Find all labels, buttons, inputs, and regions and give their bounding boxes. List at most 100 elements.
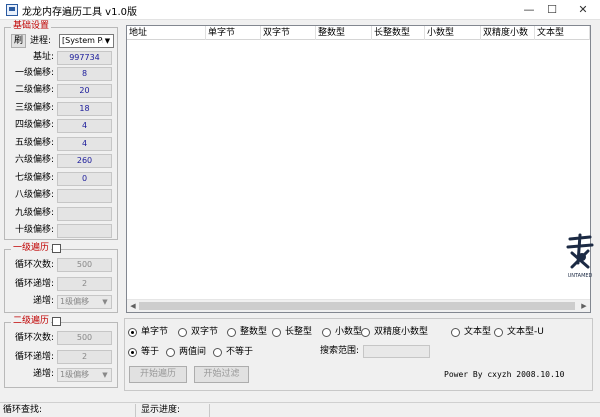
type-option-label[interactable]: 文本型-U bbox=[507, 327, 544, 338]
title-bar: 龙龙内存遍历工具 v1.0版 — ☐ ✕ bbox=[0, 0, 600, 20]
level2-loop-label: 循环次数: bbox=[14, 333, 54, 343]
process-select-value: [System Pr bbox=[62, 36, 106, 45]
level2-increment-label: 递增: bbox=[32, 369, 54, 379]
compare-option-radio[interactable] bbox=[128, 348, 137, 357]
maximize-button[interactable]: ☐ bbox=[539, 0, 565, 20]
logo-text: UNTAMED bbox=[568, 273, 593, 279]
level2-title: 二级遍历 bbox=[11, 316, 52, 326]
compare-option-label[interactable]: 不等于 bbox=[226, 347, 253, 358]
type-option-radio[interactable] bbox=[128, 328, 137, 337]
level2-increment-select[interactable]: 1级偏移 ▼ bbox=[57, 368, 112, 382]
window-title: 龙龙内存遍历工具 v1.0版 bbox=[22, 7, 137, 18]
level2-enable-checkbox[interactable] bbox=[52, 317, 61, 326]
app-icon bbox=[6, 4, 18, 16]
offset-field-9[interactable] bbox=[57, 207, 112, 221]
close-button[interactable]: ✕ bbox=[570, 0, 596, 20]
level1-title: 一级遍历 bbox=[11, 243, 52, 253]
type-option-radio[interactable] bbox=[272, 328, 281, 337]
status-extra bbox=[212, 404, 600, 417]
results-list[interactable]: 地址 单字节 双字节 整数型 长整数型 小数型 双精度小数 文本型 ◀ ▶ bbox=[126, 25, 591, 313]
column-header[interactable]: 长整数型 bbox=[372, 26, 425, 40]
chevron-down-icon: ▼ bbox=[103, 36, 112, 46]
column-header[interactable]: 地址 bbox=[127, 26, 206, 40]
column-header[interactable]: 小数型 bbox=[425, 26, 481, 40]
offset-field-6[interactable]: 260 bbox=[57, 154, 112, 168]
level1-increment-value: 1级偏移 bbox=[60, 297, 90, 306]
offset-label-3: 三级偏移: bbox=[14, 103, 54, 113]
refresh-button[interactable]: 刷 bbox=[11, 34, 26, 48]
status-bar: 循环查找: 显示进度: bbox=[0, 402, 600, 417]
base-label: 基址: bbox=[32, 52, 54, 62]
offset-label-9: 九级偏移: bbox=[14, 208, 54, 218]
type-option-radio[interactable] bbox=[227, 328, 236, 337]
type-option-radio[interactable] bbox=[322, 328, 331, 337]
offset-label-8: 八级偏移: bbox=[14, 190, 54, 200]
level2-step-field[interactable]: 2 bbox=[57, 350, 112, 364]
type-option-label[interactable]: 文本型 bbox=[464, 327, 491, 338]
search-range-label: 搜索范围: bbox=[320, 346, 360, 356]
level1-loop-field[interactable]: 500 bbox=[57, 258, 112, 272]
column-header[interactable]: 整数型 bbox=[316, 26, 372, 40]
offset-label-1: 一级偏移: bbox=[14, 68, 54, 78]
type-option-label[interactable]: 小数型 bbox=[335, 327, 362, 338]
level1-step-field[interactable]: 2 bbox=[57, 277, 112, 291]
credit-text: Power By cxyzh 2008.10.10 bbox=[444, 370, 565, 379]
process-select[interactable]: [System Pr ▼ bbox=[59, 34, 114, 48]
column-header[interactable]: 文本型 bbox=[535, 26, 590, 40]
offset-label-6: 六级偏移: bbox=[14, 155, 54, 165]
column-header[interactable]: 双字节 bbox=[261, 26, 316, 40]
level1-loop-label: 循环次数: bbox=[14, 260, 54, 270]
offset-label-4: 四级偏移: bbox=[14, 120, 54, 130]
offset-field-2[interactable]: 20 bbox=[57, 84, 112, 98]
level1-increment-select[interactable]: 1级偏移 ▼ bbox=[57, 295, 112, 309]
level2-step-label: 循环递增: bbox=[14, 352, 54, 362]
level1-enable-checkbox[interactable] bbox=[52, 244, 61, 253]
type-option-label[interactable]: 单字节 bbox=[141, 327, 168, 338]
level2-loop-field[interactable]: 500 bbox=[57, 331, 112, 345]
offset-field-10[interactable] bbox=[57, 224, 112, 238]
offset-label-10: 十级偏移: bbox=[14, 225, 54, 235]
basic-settings-title: 基础设置 bbox=[11, 21, 52, 31]
column-header[interactable]: 双精度小数 bbox=[481, 26, 535, 40]
offset-field-4[interactable]: 4 bbox=[57, 119, 112, 133]
status-loop-search: 循环查找: bbox=[0, 404, 136, 417]
list-header: 地址 单字节 双字节 整数型 长整数型 小数型 双精度小数 文本型 bbox=[127, 26, 590, 40]
search-range-field[interactable] bbox=[363, 345, 430, 358]
start-traverse-button[interactable]: 开始遍历 bbox=[129, 366, 187, 383]
compare-option-radio[interactable] bbox=[166, 348, 175, 357]
offset-field-5[interactable]: 4 bbox=[57, 137, 112, 151]
horizontal-scrollbar[interactable]: ◀ ▶ bbox=[127, 299, 590, 312]
type-option-label[interactable]: 整数型 bbox=[240, 327, 267, 338]
type-option-radio[interactable] bbox=[451, 328, 460, 337]
type-option-label[interactable]: 双字节 bbox=[191, 327, 218, 338]
offset-field-7[interactable]: 0 bbox=[57, 172, 112, 186]
process-label: 进程: bbox=[30, 36, 52, 46]
offset-label-2: 二级偏移: bbox=[14, 85, 54, 95]
offset-field-8[interactable] bbox=[57, 189, 112, 203]
chevron-down-icon: ▼ bbox=[102, 298, 108, 306]
offset-field-1[interactable]: 8 bbox=[57, 67, 112, 81]
level2-increment-value: 1级偏移 bbox=[60, 370, 90, 379]
type-option-radio[interactable] bbox=[494, 328, 503, 337]
compare-option-label[interactable]: 等于 bbox=[141, 347, 159, 358]
offset-label-5: 五级偏移: bbox=[14, 138, 54, 148]
type-option-label[interactable]: 长整型 bbox=[285, 327, 312, 338]
compare-option-radio[interactable] bbox=[213, 348, 222, 357]
type-option-radio[interactable] bbox=[178, 328, 187, 337]
type-option-radio[interactable] bbox=[361, 328, 370, 337]
scroll-right-icon[interactable]: ▶ bbox=[578, 300, 590, 312]
scrollbar-thumb[interactable] bbox=[139, 302, 575, 310]
type-option-label[interactable]: 双精度小数型 bbox=[374, 327, 428, 338]
compare-option-label[interactable]: 两值间 bbox=[179, 347, 206, 358]
chevron-down-icon: ▼ bbox=[102, 371, 108, 379]
untamed-logo: UNTAMED bbox=[566, 233, 594, 279]
column-header[interactable]: 单字节 bbox=[206, 26, 261, 40]
level1-step-label: 循环递增: bbox=[14, 279, 54, 289]
start-filter-button[interactable]: 开始过滤 bbox=[194, 366, 249, 383]
status-progress: 显示进度: bbox=[138, 404, 210, 417]
scroll-left-icon[interactable]: ◀ bbox=[127, 300, 139, 312]
base-address-field[interactable]: 997734 bbox=[57, 51, 112, 65]
level1-increment-label: 递增: bbox=[32, 296, 54, 306]
offset-field-3[interactable]: 18 bbox=[57, 102, 112, 116]
offset-label-7: 七级偏移: bbox=[14, 173, 54, 183]
